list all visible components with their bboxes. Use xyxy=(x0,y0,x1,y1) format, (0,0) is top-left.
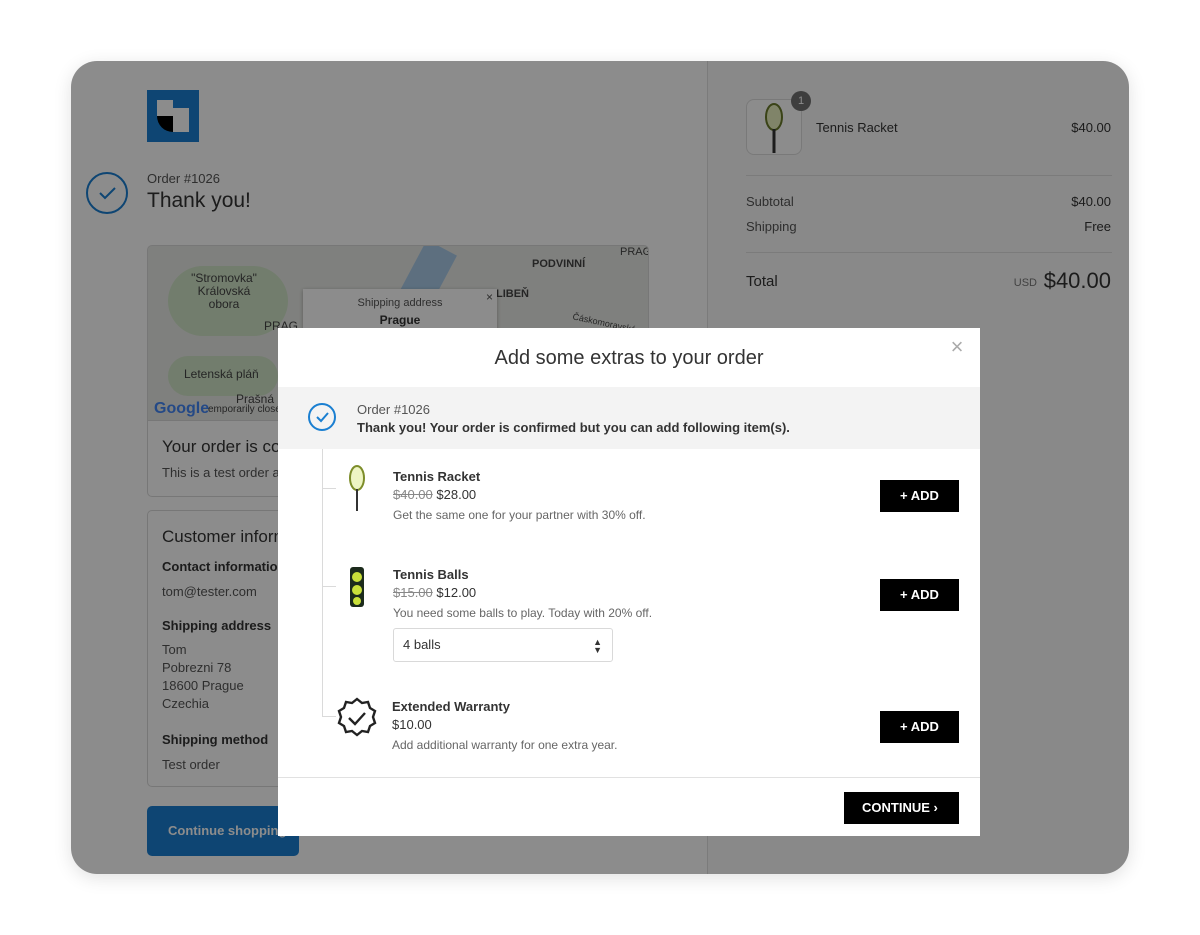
close-icon[interactable]: × xyxy=(946,336,968,358)
tennis-balls-icon xyxy=(336,563,378,613)
checkout-window: Order #1026 Thank you! "Stromovka" Králo… xyxy=(71,61,1129,874)
tree-tick xyxy=(322,716,336,717)
tree-tick xyxy=(322,488,336,489)
order-confirmation-banner: Order #1026 Thank you! Your order is con… xyxy=(278,387,980,449)
item-price: $10.00 xyxy=(392,717,432,732)
item-name: Tennis Balls xyxy=(393,567,469,582)
item-name: Extended Warranty xyxy=(392,699,510,714)
tree-tick xyxy=(322,586,336,587)
modal-order-number: Order #1026 xyxy=(357,402,430,417)
add-tennis-racket-button[interactable]: + ADD xyxy=(880,480,959,512)
select-arrows-icon: ▲ ▼ xyxy=(593,637,602,655)
item-prices: $10.00 xyxy=(392,717,432,732)
item-description: Get the same one for your partner with 3… xyxy=(393,508,646,522)
item-name: Tennis Racket xyxy=(393,469,481,484)
warranty-badge-icon xyxy=(336,694,378,744)
item-price: $12.00 xyxy=(436,585,477,600)
modal-title: Add some extras to your order xyxy=(494,347,764,369)
upsell-modal: Add some extras to your order × Order #1… xyxy=(278,328,980,836)
item-prices: $40.00 $28.00 xyxy=(393,487,476,502)
item-old-price: $15.00 xyxy=(393,585,433,600)
add-tennis-balls-button[interactable]: + ADD xyxy=(880,579,959,611)
select-value: 4 balls xyxy=(403,637,441,652)
balls-quantity-select[interactable]: 4 balls ▲ ▼ xyxy=(393,628,613,662)
confirmation-message: Thank you! Your order is confirmed but y… xyxy=(357,420,790,435)
divider xyxy=(278,777,980,778)
item-description: Add additional warranty for one extra ye… xyxy=(392,738,618,752)
tennis-racket-icon xyxy=(336,464,378,514)
item-description: You need some balls to play. Today with … xyxy=(393,606,653,620)
continue-button[interactable]: CONTINUE › xyxy=(844,792,959,824)
item-old-price: $40.00 xyxy=(393,487,433,502)
add-extended-warranty-button[interactable]: + ADD xyxy=(880,711,959,743)
item-prices: $15.00 $12.00 xyxy=(393,585,476,600)
item-price: $28.00 xyxy=(436,487,477,502)
confirmed-check-icon xyxy=(308,403,336,431)
tree-line xyxy=(322,449,323,717)
